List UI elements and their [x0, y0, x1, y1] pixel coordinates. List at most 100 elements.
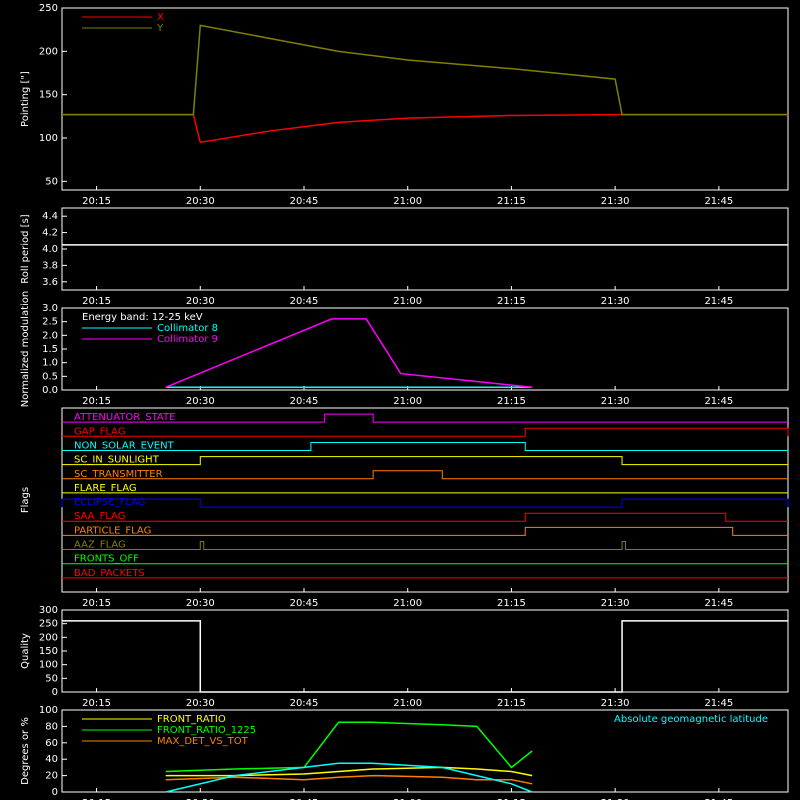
- pointing-legend-label: X: [157, 12, 164, 23]
- modulation-time-tick-label: 20:15: [82, 396, 111, 407]
- modulation-ytick-label: 1.0: [42, 358, 58, 369]
- modulation-ytick-label: 1.5: [42, 344, 58, 355]
- flag-label-SC_IN_SUNLIGHT: SC_IN_SUNLIGHT: [74, 455, 160, 466]
- roll-ytick-label: 4.4: [42, 211, 58, 222]
- roll-time-tick-label: 20:15: [82, 296, 111, 307]
- pointing-time-tick-label: 20:45: [290, 196, 319, 207]
- modulation-ytick-label: 2.5: [42, 317, 58, 328]
- modulation-time-tick-label: 21:15: [497, 396, 526, 407]
- ratios-ytick-label: 0: [52, 787, 58, 798]
- roll-time-tick-label: 21:30: [601, 296, 630, 307]
- pointing-legend-label: Y: [156, 23, 164, 34]
- quality-frame: [61, 609, 789, 693]
- modulation-ytick-label: 0.0: [42, 385, 58, 396]
- roll-ylabel: Roll period [s]: [20, 214, 31, 283]
- roll-time-tick-label: 21:45: [704, 296, 733, 307]
- pointing-series-X: [62, 113, 788, 144]
- roll-ytick-label: 4.0: [42, 244, 58, 255]
- modulation-time-tick-label: 20:45: [290, 396, 319, 407]
- ratios-legend-label: FRONT_RATIO_1225: [157, 725, 256, 736]
- ratios-legend-label: MAX_DET_VS_TOT: [157, 736, 249, 747]
- roll-ytick-label: 3.8: [42, 260, 58, 271]
- modulation-time-tick-label: 21:00: [393, 396, 422, 407]
- flag-label-PARTICLE_FLAG: PARTICLE_FLAG: [74, 525, 151, 536]
- ratios-ytick-label: 60: [45, 738, 58, 749]
- flags-time-tick-label: 21:00: [393, 598, 422, 609]
- modulation-legend-title: Energy band: 12-25 keV: [82, 312, 203, 323]
- flags-ylabel: Flags: [20, 487, 31, 513]
- flags-time-tick-label: 21:30: [601, 598, 630, 609]
- flag-line-SC_TRANSMITTER: [62, 470, 788, 480]
- flag-label-AAZ_FLAG: AAZ_FLAG: [74, 540, 126, 551]
- pointing-ytick-label: 200: [39, 46, 58, 57]
- roll-time-tick-label: 21:15: [497, 296, 526, 307]
- flag-line-SAA_FLAG: [62, 512, 788, 522]
- roll-ytick-label: 4.2: [42, 228, 58, 239]
- ratios-ytick-label: 40: [45, 754, 58, 765]
- flag-label-SC_TRANSMITTER: SC_TRANSMITTER: [74, 469, 163, 480]
- modulation-time-tick-label: 20:30: [186, 396, 215, 407]
- flags-time-tick-label: 21:45: [704, 598, 733, 609]
- ratios-ylabel: Degrees or %: [20, 717, 31, 785]
- modulation-time-tick-label: 21:45: [704, 396, 733, 407]
- flag-label-ATTENUATOR_STATE: ATTENUATOR_STATE: [74, 412, 175, 423]
- pointing-time-tick-label: 21:45: [704, 196, 733, 207]
- flags-time-tick-label: 20:30: [186, 598, 215, 609]
- quality-time-tick-label: 21:45: [704, 698, 733, 709]
- quality-time-tick-label: 21:00: [393, 698, 422, 709]
- roll-time-tick-label: 20:30: [186, 296, 215, 307]
- pointing-time-tick-label: 20:30: [186, 196, 215, 207]
- pointing-series-Y: [62, 24, 788, 116]
- flag-label-GAP_FLAG: GAP_FLAG: [74, 426, 126, 437]
- ratios-ytick-label: 20: [45, 771, 58, 782]
- roll-frame: [61, 207, 789, 291]
- ratios-ytick-label: 80: [45, 721, 58, 732]
- quality-ytick-label: 250: [39, 619, 58, 630]
- modulation-ylabel: Normalized modulation: [20, 291, 31, 408]
- roll-time-tick-label: 21:00: [393, 296, 422, 307]
- modulation-legend-label: Collimator 9: [157, 334, 218, 345]
- flag-label-FLARE_FLAG: FLARE_FLAG: [74, 483, 137, 494]
- quality-time-tick-label: 21:15: [497, 698, 526, 709]
- pointing-ytick-label: 250: [39, 3, 58, 14]
- flag-line-AAZ_FLAG: [62, 541, 788, 551]
- roll-ytick-label: 3.6: [42, 277, 58, 288]
- flag-label-BAD_PACKETS: BAD_PACKETS: [74, 568, 145, 579]
- flag-line-GAP_FLAG: [62, 427, 789, 437]
- roll-time-tick-label: 20:45: [290, 296, 319, 307]
- pointing-ylabel: Pointing ["]: [20, 71, 31, 127]
- pointing-time-tick-label: 21:00: [393, 196, 422, 207]
- ratios-legend-label: FRONT_RATIO: [157, 714, 226, 725]
- quality-ytick-label: 300: [39, 605, 58, 616]
- modulation-legend-label: Collimator 8: [157, 323, 218, 334]
- pointing-time-tick-label: 20:15: [82, 196, 111, 207]
- modulation-ytick-label: 0.5: [42, 371, 58, 382]
- pointing-ytick-label: 150: [39, 90, 58, 101]
- flags-time-tick-label: 21:15: [497, 598, 526, 609]
- flags-time-tick-label: 20:45: [290, 598, 319, 609]
- flag-line-ECLIPSE_FLAG: [61, 498, 789, 508]
- quality-ytick-label: 50: [45, 673, 58, 684]
- flag-label-FRONTS_OFF: FRONTS_OFF: [74, 554, 139, 565]
- ratios-right-legend: Absolute geomagnetic latitude: [614, 714, 768, 725]
- pointing-time-tick-label: 21:15: [497, 196, 526, 207]
- flag-line-PARTICLE_FLAG: [62, 526, 788, 536]
- quality-time-tick-label: 20:30: [186, 698, 215, 709]
- quality-ytick-label: 0: [52, 687, 58, 698]
- flags-time-tick-label: 20:15: [82, 598, 111, 609]
- modulation-ytick-label: 3.0: [42, 303, 58, 314]
- ratios-series-FRONT_RATIO: [165, 766, 533, 777]
- flags-frame: [61, 407, 789, 593]
- quality-time-tick-label: 20:15: [82, 698, 111, 709]
- pointing-ytick-label: 50: [45, 176, 58, 187]
- pointing-time-tick-label: 21:30: [601, 196, 630, 207]
- hessi-monitor-plot: 20:15 20:30 20:45 21:00 21:15 21:30 21:45 Point…: [20, 3, 789, 800]
- modulation-ytick-label: 2.0: [42, 330, 58, 341]
- quality-ytick-label: 150: [39, 646, 58, 657]
- quality-ytick-label: 200: [39, 632, 58, 643]
- pointing-frame: [61, 7, 789, 191]
- quality-ylabel: Quality: [20, 633, 31, 669]
- quality-time-tick-label: 20:45: [290, 698, 319, 709]
- ratios-ytick-label: 100: [39, 705, 58, 716]
- modulation-series-Collimator 9: [165, 318, 533, 389]
